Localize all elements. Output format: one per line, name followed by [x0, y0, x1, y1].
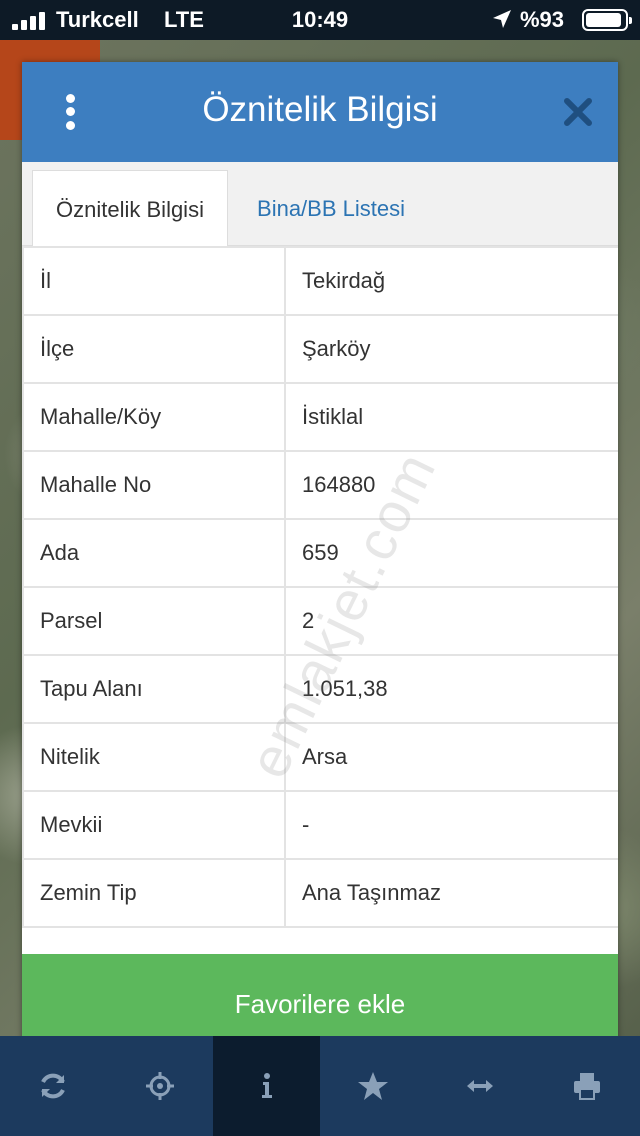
tab-attribute-info[interactable]: Öznitelik Bilgisi — [32, 170, 228, 247]
attribute-value: 1.051,38 — [284, 654, 618, 724]
attribute-value: İstiklal — [284, 382, 618, 452]
attribute-table-container[interactable]: İl Tekirdağ İlçe Şarköy Mahalle/Köy İstiklal M… — [22, 246, 618, 954]
print-icon — [573, 1073, 600, 1100]
attribute-dialog: Öznitelik Bilgisi Öznitelik Bilgisi Bina… — [22, 62, 618, 1054]
tab-bar: Öznitelik Bilgisi Bina/BB Listesi — [22, 162, 618, 247]
attribute-key: Parsel — [22, 586, 286, 656]
dialog-header: Öznitelik Bilgisi — [22, 62, 618, 162]
attribute-key: Zemin Tip — [22, 858, 286, 928]
dialog-title: Öznitelik Bilgisi — [202, 90, 438, 129]
battery-percent: %93 — [520, 7, 565, 32]
attribute-key: Nitelik — [22, 722, 286, 792]
attribute-key: İl — [22, 246, 286, 316]
attribute-value: 2 — [284, 586, 618, 656]
refresh-icon — [41, 1073, 66, 1099]
status-bar: Turkcell LTE 10:49 %93 — [0, 0, 640, 40]
battery-icon — [582, 9, 632, 31]
attribute-value: Tekirdağ — [284, 246, 618, 316]
locate-button[interactable] — [107, 1036, 214, 1136]
attribute-value: 164880 — [284, 450, 618, 520]
table-row: Mahalle No 164880 — [22, 450, 618, 520]
attribute-value: Şarköy — [284, 314, 618, 384]
battery-fill — [586, 13, 622, 27]
attribute-value: Ana Taşınmaz — [284, 858, 618, 928]
close-icon[interactable] — [560, 94, 596, 130]
attribute-key: Ada — [22, 518, 286, 588]
measure-icon — [466, 1080, 493, 1092]
table-row: Parsel 2 — [22, 586, 618, 656]
attribute-value: Arsa — [284, 722, 618, 792]
crosshair-icon — [145, 1072, 174, 1100]
attribute-value: - — [284, 790, 618, 860]
attribute-key: Mahalle/Köy — [22, 382, 286, 452]
table-row: Mevkii - — [22, 790, 618, 860]
refresh-button[interactable] — [0, 1036, 107, 1136]
info-icon — [261, 1073, 272, 1098]
attribute-key: Mevkii — [22, 790, 286, 860]
table-row: Zemin Tip Ana Taşınmaz — [22, 858, 618, 928]
table-row: Tapu Alanı 1.051,38 — [22, 654, 618, 724]
bottom-toolbar — [0, 1036, 640, 1136]
table-row: İl Tekirdağ — [22, 246, 618, 316]
table-row: Ada 659 — [22, 518, 618, 588]
attribute-key: Tapu Alanı — [22, 654, 286, 724]
star-icon — [358, 1072, 389, 1100]
tab-building-list[interactable]: Bina/BB Listesi — [236, 170, 426, 247]
favorites-button[interactable] — [320, 1036, 427, 1136]
measure-button[interactable] — [427, 1036, 534, 1136]
attribute-value: 659 — [284, 518, 618, 588]
print-button[interactable] — [533, 1036, 640, 1136]
location-arrow-icon — [493, 10, 511, 28]
attribute-table: İl Tekirdağ İlçe Şarköy Mahalle/Köy İstiklal M… — [22, 246, 618, 928]
table-row: Nitelik Arsa — [22, 722, 618, 792]
table-row: Mahalle/Köy İstiklal — [22, 382, 618, 452]
attribute-key: Mahalle No — [22, 450, 286, 520]
table-row: İlçe Şarköy — [22, 314, 618, 384]
attribute-key: İlçe — [22, 314, 286, 384]
info-button[interactable] — [213, 1036, 320, 1136]
